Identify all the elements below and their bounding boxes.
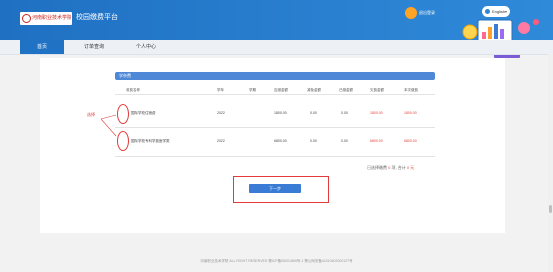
waived-1: 0.00 [310,111,317,115]
nav-personal-center[interactable]: 个人中心 [124,40,168,54]
footer-copyright: 河南职业技术学院 ALL RIGHT RESERVED 豫ICP备0500186… [200,259,353,263]
seal-icon [22,14,31,23]
row-checkbox-2[interactable] [117,131,129,151]
total-prefix: 合计 [397,165,406,170]
col-term: 学期 [249,88,256,92]
platform-title: 校园缴费平台 [76,14,118,21]
col-this-payment: 本次缴费 [404,88,418,92]
paid-1: 0.00 [341,111,348,115]
col-due: 应缴金额 [274,88,288,92]
col-owed: 欠费金额 [370,88,384,92]
next-step-button[interactable]: 下一步 [249,184,301,193]
selected-prefix: 已选择缴费 [367,165,387,170]
main-nav: 首页 订单查询 个人中心 [0,40,553,55]
currency-unit: 元 [410,165,415,170]
due-2: 6800.00 [274,139,287,143]
total-amount: 0 [406,165,410,170]
annotation-arrows [100,114,117,137]
school-logo: 河南职业技术学院财务处 [20,12,72,25]
row-divider [115,156,435,157]
section-title: 学杂费 [119,73,131,78]
year-1: 2022 [217,111,225,115]
fee-name-2: 国际学校专科学费医学类 [131,139,170,143]
select-annotation: 选择 [87,112,95,117]
selected-unit: 项, [391,165,397,170]
row-checkbox-1[interactable] [117,104,129,124]
col-paid: 已缴金额 [339,88,353,92]
col-year: 学年 [217,88,224,92]
waived-2: 0.00 [310,139,317,143]
payment-summary: 已选择缴费 0 项, 合计 0 元 [367,164,414,171]
row-divider [115,127,435,128]
owed-2: 6800.00 [370,139,383,143]
user-avatar-icon[interactable] [405,7,417,19]
content-card [40,58,505,233]
col-fee-name: 收费名称 [126,88,140,92]
paid-2: 0.00 [341,139,348,143]
nav-order-query[interactable]: 订单查询 [72,40,116,54]
this-payment-1[interactable]: 1800.00 [404,110,417,116]
fee-section-header: 学杂费 [115,72,435,80]
logo-text: 河南职业技术学院财务处 [32,15,71,21]
fee-name-1: 国际学校住宿费 [131,111,156,115]
scrollbar-track[interactable] [548,54,553,272]
col-waived: 减免金额 [307,88,321,92]
year-2: 2022 [217,139,225,143]
nav-home[interactable]: 首页 [20,40,64,54]
this-payment-2[interactable]: 6800.00 [404,138,417,144]
owed-1: 1800.00 [370,111,383,115]
row-divider [115,94,435,95]
due-1: 1800.00 [274,111,287,115]
logout-link[interactable]: 退出登录 [419,8,435,17]
scrollbar-thumb[interactable] [549,205,552,213]
